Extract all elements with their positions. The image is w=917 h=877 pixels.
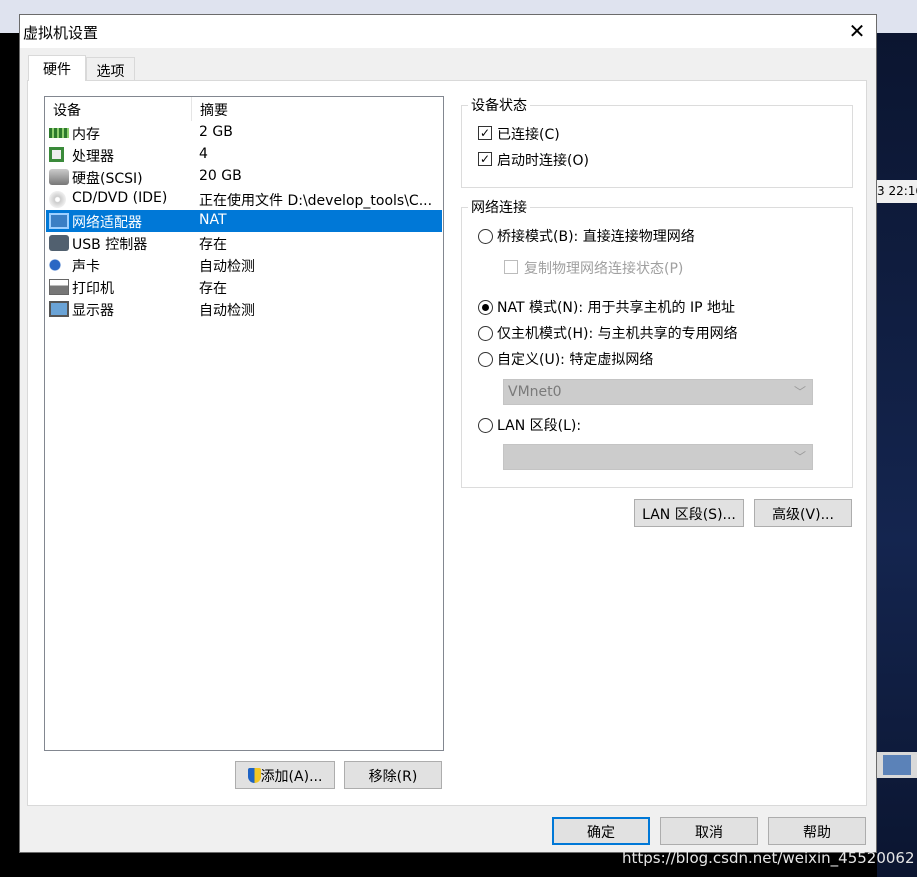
ok-button[interactable]: 确定 bbox=[552, 817, 650, 845]
bridged-label: 桥接模式(B): 直接连接物理网络 bbox=[497, 229, 695, 245]
device-status-group bbox=[461, 105, 853, 188]
connect-on-power-checkbox[interactable]: ✓ bbox=[478, 152, 492, 166]
device-row[interactable]: 处理器 4 bbox=[46, 144, 442, 166]
device-name: 内存 bbox=[72, 127, 100, 143]
chevron-down-icon: ﹀ bbox=[793, 385, 806, 399]
network-adapter-icon bbox=[49, 213, 69, 229]
lan-segment-radio[interactable] bbox=[478, 418, 493, 433]
network-connection-title: 网络连接 bbox=[468, 197, 530, 217]
device-name: 处理器 bbox=[72, 149, 114, 165]
device-row[interactable]: 网络适配器 NAT bbox=[46, 210, 442, 232]
title-bar: 虚拟机设置 ✕ bbox=[20, 15, 876, 48]
device-name: CD/DVD (IDE) bbox=[72, 190, 168, 206]
add-button-label: 添加(A)... bbox=[260, 769, 323, 785]
device-name: 打印机 bbox=[72, 281, 114, 297]
device-summary: 20 GB bbox=[199, 168, 242, 184]
replicate-state-label: 复制物理网络连接状态(P) bbox=[524, 261, 684, 277]
custom-radio[interactable] bbox=[478, 352, 493, 367]
connected-label: 已连接(C) bbox=[497, 127, 560, 143]
taskbar-button[interactable] bbox=[877, 752, 917, 778]
printer-icon bbox=[49, 279, 69, 295]
device-status-title: 设备状态 bbox=[468, 95, 530, 115]
window-title: 虚拟机设置 bbox=[23, 24, 99, 42]
display-icon bbox=[49, 301, 69, 317]
processor-icon bbox=[49, 147, 64, 162]
device-name: 硬盘(SCSI) bbox=[72, 171, 143, 187]
device-row[interactable]: CD/DVD (IDE) 正在使用文件 D:\develop_tools\C... bbox=[46, 188, 442, 210]
device-name: 声卡 bbox=[72, 259, 100, 275]
usb-icon bbox=[49, 235, 69, 251]
lan-segments-button[interactable]: LAN 区段(S)... bbox=[634, 499, 744, 527]
sound-card-icon bbox=[49, 257, 69, 273]
device-name: 网络适配器 bbox=[72, 215, 142, 231]
device-summary: NAT bbox=[199, 212, 227, 228]
vm-settings-dialog: 虚拟机设置 ✕ 硬件 选项 设备 摘要 内存 2 GB 处理器 4 硬盘(SCSI) 20… bbox=[19, 14, 877, 853]
bridged-radio[interactable] bbox=[478, 229, 493, 244]
custom-network-value: VMnet0 bbox=[508, 384, 562, 400]
chevron-down-icon: ﹀ bbox=[793, 450, 806, 464]
device-name: USB 控制器 bbox=[72, 237, 148, 253]
cd-dvd-icon bbox=[49, 191, 66, 208]
memory-icon bbox=[49, 128, 69, 138]
clock-text: 3 22:16 bbox=[877, 180, 917, 203]
tab-hardware[interactable]: 硬件 bbox=[28, 55, 86, 81]
watermark: https://blog.csdn.net/weixin_45520062 bbox=[622, 849, 915, 867]
nat-radio[interactable] bbox=[478, 300, 493, 315]
shield-icon bbox=[247, 768, 261, 783]
device-name: 显示器 bbox=[72, 303, 114, 319]
device-row[interactable]: 内存 2 GB bbox=[46, 122, 442, 144]
connected-checkbox[interactable]: ✓ bbox=[478, 126, 492, 140]
cancel-button[interactable]: 取消 bbox=[660, 817, 758, 845]
column-header-summary[interactable]: 摘要 bbox=[191, 97, 441, 121]
device-summary: 自动检测 bbox=[199, 303, 255, 319]
remove-button[interactable]: 移除(R) bbox=[344, 761, 442, 789]
device-summary: 存在 bbox=[199, 237, 227, 253]
device-summary: 2 GB bbox=[199, 124, 233, 140]
device-summary: 存在 bbox=[199, 281, 227, 297]
close-icon[interactable]: ✕ bbox=[842, 17, 872, 45]
device-list[interactable]: 设备 摘要 内存 2 GB 处理器 4 硬盘(SCSI) 20 GB CD/DVD (IDE… bbox=[44, 96, 444, 751]
host-only-radio[interactable] bbox=[478, 326, 493, 341]
hard-disk-icon bbox=[49, 169, 69, 185]
device-row[interactable]: USB 控制器 存在 bbox=[46, 232, 442, 254]
device-row[interactable]: 打印机 存在 bbox=[46, 276, 442, 298]
nat-label: NAT 模式(N): 用于共享主机的 IP 地址 bbox=[497, 300, 735, 316]
help-button[interactable]: 帮助 bbox=[768, 817, 866, 845]
desktop-background-right bbox=[877, 33, 917, 877]
device-row[interactable]: 显示器 自动检测 bbox=[46, 298, 442, 320]
host-only-label: 仅主机模式(H): 与主机共享的专用网络 bbox=[497, 326, 738, 342]
device-summary: 4 bbox=[199, 146, 208, 162]
device-row[interactable]: 声卡 自动检测 bbox=[46, 254, 442, 276]
device-row[interactable]: 硬盘(SCSI) 20 GB bbox=[46, 166, 442, 188]
column-header-device[interactable]: 设备 bbox=[45, 97, 191, 121]
replicate-state-checkbox[interactable] bbox=[504, 260, 518, 274]
advanced-button[interactable]: 高级(V)... bbox=[754, 499, 852, 527]
tab-options[interactable]: 选项 bbox=[86, 57, 135, 81]
device-summary: 自动检测 bbox=[199, 259, 255, 275]
lan-segment-select[interactable]: ﹀ bbox=[503, 444, 813, 470]
lan-segment-label: LAN 区段(L): bbox=[497, 418, 582, 434]
custom-network-select[interactable]: VMnet0 ﹀ bbox=[503, 379, 813, 405]
connect-on-power-label: 启动时连接(O) bbox=[497, 153, 589, 169]
custom-label: 自定义(U): 特定虚拟网络 bbox=[497, 352, 654, 368]
add-button[interactable]: 添加(A)... bbox=[235, 761, 335, 789]
device-summary: 正在使用文件 D:\develop_tools\C... bbox=[199, 193, 433, 209]
